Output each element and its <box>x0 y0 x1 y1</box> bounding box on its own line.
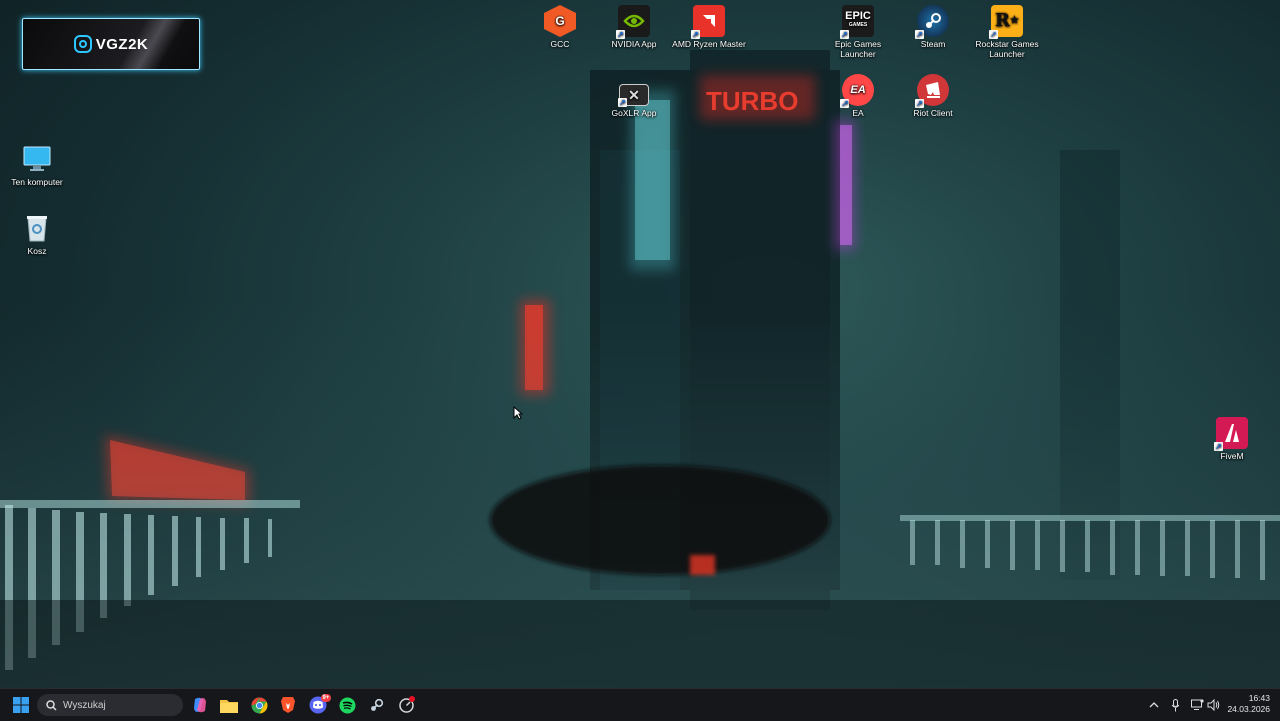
desktop-icon-label: AMD Ryzen Master <box>672 39 746 49</box>
desktop-icon-label: Ten komputer <box>11 177 63 187</box>
desktop-icon-label: NVIDIA App <box>611 39 657 49</box>
recycle-bin-icon <box>21 212 53 244</box>
desktop-icon-label: Steam <box>920 39 946 49</box>
riot-client-icon: ↗ <box>915 74 949 108</box>
tray-volume[interactable] <box>1204 689 1222 721</box>
desktop-icon-label: Rockstar Games Launcher <box>975 39 1039 59</box>
start-button[interactable] <box>7 689 35 721</box>
desktop-icon-goxlr[interactable]: ✕ ↗ GoXLR App <box>597 78 671 118</box>
desktop-icon-fivem[interactable]: ↗ FiveM <box>1195 417 1269 461</box>
desktop-icon-label: FiveM <box>1220 451 1244 461</box>
spotify-icon <box>339 697 355 713</box>
vgz2k-logo-icon <box>73 35 92 53</box>
taskbar-app-with-notification[interactable] <box>392 689 420 721</box>
amd-ryzen-icon: ↗ <box>691 5 725 39</box>
desktop-icon-recycle-bin[interactable]: Kosz <box>0 212 74 256</box>
search-icon <box>46 699 57 711</box>
steam-taskbar-icon <box>370 698 383 711</box>
taskbar-search-box[interactable]: Wyszukaj <box>37 694 183 716</box>
desktop-icon-ea[interactable]: EA ↗ EA <box>821 74 895 118</box>
goxlr-icon: ✕ ↗ <box>618 84 649 107</box>
discord-notification-badge: 9+ <box>321 694 331 702</box>
desktop-icon-this-pc[interactable]: Ten komputer <box>0 143 74 187</box>
nvidia-icon: ↗ <box>616 5 650 39</box>
taskbar: Wyszukaj 9+ 16:43 24.03.2026 <box>0 688 1280 721</box>
folder-icon <box>220 699 238 713</box>
notification-dot <box>409 696 415 702</box>
wallpaper-turbo-sign: TURBO <box>706 86 798 116</box>
tray-microphone[interactable] <box>1166 689 1184 721</box>
windows-logo-icon <box>13 697 29 713</box>
desktop-icon-rockstar[interactable]: R ★ ↗ Rockstar Games Launcher <box>970 5 1044 59</box>
copilot-icon <box>194 697 206 713</box>
desktop-icon-amd-ryzen-master[interactable]: ↗ AMD Ryzen Master <box>672 5 746 49</box>
search-placeholder: Wyszukaj <box>63 699 106 711</box>
desktop-icon-epic-games[interactable]: EPIC GAMES ↗ Epic Games Launcher <box>821 5 895 59</box>
clock-time: 16:43 <box>1248 693 1270 703</box>
chevron-up-icon <box>1149 702 1159 708</box>
desktop-icon-label: GCC <box>550 39 570 49</box>
taskbar-discord[interactable]: 9+ <box>304 689 332 721</box>
brave-icon <box>281 697 295 713</box>
microphone-icon <box>1171 698 1179 711</box>
rockstar-icon: R ★ ↗ <box>989 5 1023 39</box>
fivem-icon: ↗ <box>1214 417 1248 451</box>
clock-date: 24.03.2026 <box>1227 704 1270 714</box>
computer-icon <box>21 143 53 175</box>
taskbar-brave[interactable] <box>274 689 302 721</box>
taskbar-steam[interactable] <box>362 689 390 721</box>
speaker-icon <box>1207 699 1219 711</box>
desktop-icon-label: Epic Games Launcher <box>834 39 882 59</box>
chrome-icon <box>251 697 267 713</box>
desktop-icon-riot-client[interactable]: ↗ Riot Client <box>896 74 970 118</box>
vgz2k-logo-text: VGZ2K <box>95 35 149 53</box>
desktop-icon-label: Riot Client <box>913 108 953 118</box>
desktop-icon-nvidia-app[interactable]: ↗ NVIDIA App <box>597 5 671 49</box>
taskbar-spotify[interactable] <box>333 689 361 721</box>
desktop-icon-gcc[interactable]: G GCC <box>523 5 597 49</box>
taskbar-file-explorer[interactable] <box>215 689 243 721</box>
vgz2k-logo-widget: VGZ2K <box>22 18 200 70</box>
desktop-icon-label: EA <box>852 108 864 118</box>
ea-icon: EA ↗ <box>840 74 874 108</box>
gcc-icon: G <box>544 5 576 37</box>
epic-games-icon: EPIC GAMES ↗ <box>840 5 874 39</box>
desktop-icon-steam[interactable]: ↗ Steam <box>896 5 970 49</box>
taskbar-copilot[interactable] <box>186 689 214 721</box>
network-icon <box>1190 699 1204 710</box>
taskbar-chrome[interactable] <box>245 689 273 721</box>
mouse-cursor <box>513 406 523 420</box>
desktop-icon-label: Kosz <box>27 246 47 256</box>
taskbar-clock[interactable]: 16:43 24.03.2026 <box>1227 693 1270 715</box>
tray-show-hidden-icons[interactable] <box>1145 689 1163 721</box>
desktop-icon-label: GoXLR App <box>611 108 657 118</box>
steam-icon: ↗ <box>915 5 949 39</box>
